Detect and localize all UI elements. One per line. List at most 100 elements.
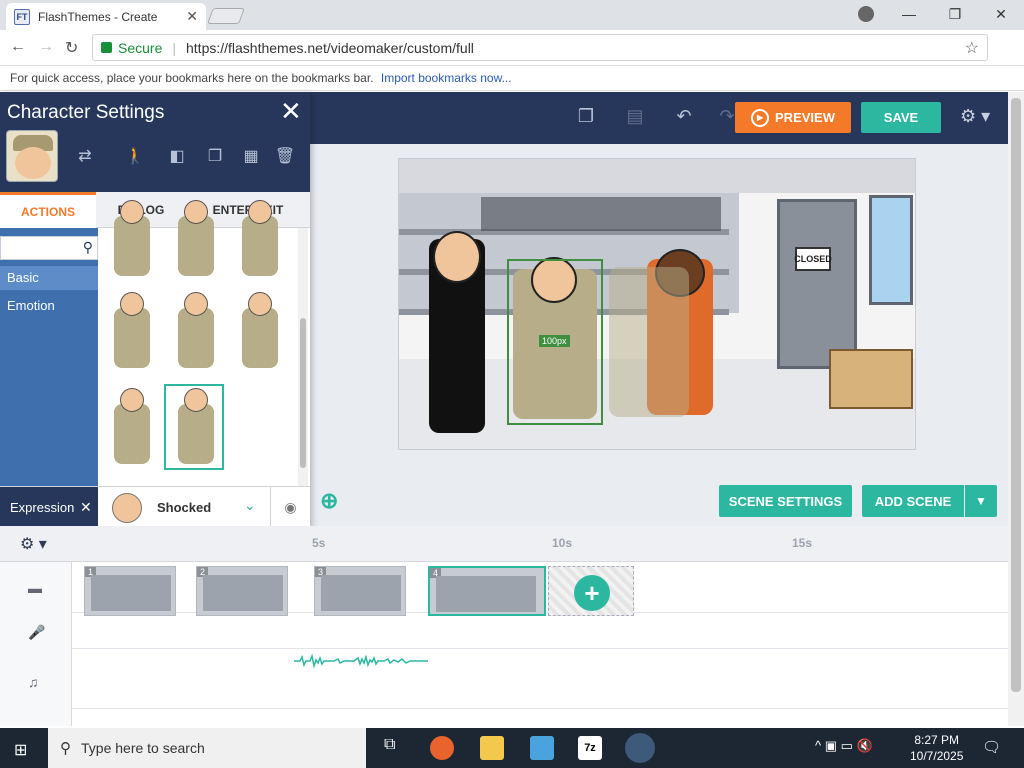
scene-settings-button[interactable]: SCENE SETTINGS <box>719 485 852 517</box>
action-thumbnail[interactable] <box>166 198 226 284</box>
scene-preview <box>203 575 283 611</box>
timeline-gear-icon[interactable]: ⚙ ▾ <box>20 534 47 554</box>
chevron-down-icon[interactable]: ⌄ <box>244 497 256 514</box>
7zip-icon[interactable]: 7z <box>578 736 602 760</box>
window-controls: — ❐ ✕ <box>886 0 1024 30</box>
category-emotion[interactable]: Emotion <box>0 294 98 318</box>
layer-icon[interactable]: ▦ <box>240 146 262 168</box>
scene-thumbnail-selected[interactable]: 4 <box>428 566 546 616</box>
play-icon: ▶ <box>751 108 770 127</box>
page-scrollbar[interactable] <box>1008 92 1024 726</box>
scene-thumbnail[interactable]: 2 <box>196 566 288 616</box>
add-scene-slot[interactable]: + <box>548 566 634 616</box>
taskbar-search[interactable]: ⚲ Type here to search <box>48 728 366 768</box>
task-view-icon[interactable]: ⧉ <box>380 736 404 760</box>
track-divider <box>72 648 1008 649</box>
system-tray-icons[interactable]: ^ ▣ ▭ 🔇 <box>815 738 873 754</box>
scene-preview <box>436 576 536 612</box>
paste-icon[interactable]: ▤ <box>624 106 646 128</box>
scene-thumbnail[interactable]: 3 <box>314 566 406 616</box>
swap-character-icon[interactable]: ⇄ <box>74 146 96 168</box>
forward-icon[interactable]: → <box>38 38 54 56</box>
action-thumbnail[interactable] <box>166 290 226 376</box>
action-thumbnail[interactable] <box>102 290 162 376</box>
app-icon[interactable] <box>530 736 554 760</box>
timeline: ⚙ ▾ 5s 10s 15s ▬ 🎤 ♫ 1 2 3 4 + <box>0 526 1008 726</box>
grid-scrollbar[interactable] <box>298 228 308 486</box>
clock-time: 8:27 PM <box>914 733 960 747</box>
taskbar-search-placeholder: Type here to search <box>81 740 205 756</box>
eye-icon[interactable]: ◉ <box>270 487 310 528</box>
action-thumbnail-selected[interactable] <box>164 384 224 470</box>
minimize-icon[interactable]: — <box>886 0 932 30</box>
action-thumbnail[interactable] <box>102 198 162 284</box>
save-button[interactable]: SAVE <box>861 102 941 133</box>
search-icon: ⚲ <box>82 239 93 255</box>
tab-actions[interactable]: ACTIONS <box>0 192 96 228</box>
stage-ceiling <box>399 159 915 193</box>
add-scene-dropdown-icon[interactable]: ▼ <box>965 485 997 517</box>
delete-icon[interactable]: 🗑 <box>274 146 296 168</box>
notifications-icon[interactable]: 🗨 <box>982 738 1001 756</box>
scene-stage[interactable]: CLOSED 100px <box>398 158 916 450</box>
character-suit-man[interactable] <box>429 231 485 433</box>
address-bar[interactable]: Secure | https://flashthemes.net/videoma… <box>92 34 988 61</box>
plus-icon: + <box>574 575 610 611</box>
selection-box[interactable]: 100px <box>507 259 603 425</box>
profile-icon[interactable] <box>858 6 874 22</box>
file-explorer-icon[interactable] <box>480 736 504 760</box>
grid-scrollbar-thumb[interactable] <box>300 318 306 468</box>
preview-button[interactable]: ▶ PREVIEW <box>735 102 851 133</box>
copy-character-icon[interactable]: ❐ <box>204 146 226 168</box>
bookmarks-bar: For quick access, place your bookmarks h… <box>0 66 1024 91</box>
add-scene-button[interactable]: ADD SCENE <box>862 485 964 517</box>
expression-clear-icon[interactable]: ✕ <box>80 499 92 516</box>
action-search-input[interactable]: ⚲ <box>0 236 98 260</box>
taskbar-clock[interactable]: 8:27 PM 10/7/2025 <box>910 732 963 764</box>
tab-close-icon[interactable]: ✕ <box>186 8 198 25</box>
zoom-in-icon[interactable]: ⊕ <box>320 488 338 514</box>
undo-icon[interactable]: ↶ <box>673 106 695 128</box>
url-text: https://flashthemes.net/videomaker/custo… <box>186 39 474 56</box>
back-icon[interactable]: ← <box>10 38 26 56</box>
scene-thumbnail[interactable]: 1 <box>84 566 176 616</box>
character-settings-panel: Character Settings ✕ ⇄ 🚶 ◧ ❐ ▦ 🗑 ACTIONS… <box>0 92 310 528</box>
character-avatar[interactable] <box>6 130 58 182</box>
stage-window <box>869 195 913 305</box>
browser-tab-strip: FT FlashThemes - Create ✕ — ❐ ✕ <box>0 0 1024 30</box>
expression-row: Expression ✕ Shocked ⌄ ◉ <box>0 486 310 528</box>
page-scrollbar-thumb[interactable] <box>1011 98 1021 692</box>
stage-door <box>777 199 857 369</box>
close-window-icon[interactable]: ✕ <box>978 0 1024 30</box>
restore-icon[interactable]: ❐ <box>932 0 978 30</box>
new-tab-button[interactable] <box>207 8 245 24</box>
walk-icon[interactable]: 🚶 <box>118 146 152 168</box>
reload-icon[interactable]: ↻ <box>65 38 78 58</box>
windows-taskbar: ⊞ ⚲ Type here to search ⧉ 7z ^ ▣ ▭ 🔇 8:2… <box>0 728 1024 768</box>
firefox-icon[interactable] <box>430 736 454 760</box>
settings-gear-icon[interactable]: ⚙ ▾ <box>960 106 990 127</box>
lock-icon <box>101 42 112 53</box>
chrome-icon[interactable] <box>625 733 655 763</box>
tick-label: 15s <box>792 536 813 550</box>
timeline-ruler: ⚙ ▾ 5s 10s 15s <box>0 526 1008 562</box>
favicon-icon: FT <box>14 8 30 25</box>
bookmark-star-icon[interactable]: ☆ <box>965 38 979 58</box>
expression-face-icon <box>112 493 142 523</box>
expression-select[interactable]: Shocked <box>157 500 211 515</box>
category-basic[interactable]: Basic <box>0 266 98 290</box>
windows-start-icon[interactable]: ⊞ <box>14 740 27 760</box>
audio-waveform[interactable] <box>294 654 428 668</box>
clock-date: 10/7/2025 <box>910 749 964 763</box>
action-thumbnail[interactable] <box>102 386 162 472</box>
size-label: 100px <box>539 335 570 347</box>
microphone-icon: 🎤 <box>28 624 46 640</box>
bookmarks-hint: For quick access, place your bookmarks h… <box>10 71 374 85</box>
copy-icon[interactable]: ❐ <box>575 106 597 128</box>
browser-tab[interactable]: FT FlashThemes - Create ✕ <box>6 3 206 30</box>
character-floating-toolbar[interactable] <box>481 197 721 231</box>
action-thumbnail[interactable] <box>230 290 290 376</box>
flip-icon[interactable]: ◧ <box>166 146 188 168</box>
import-bookmarks-link[interactable]: Import bookmarks now... <box>381 71 512 85</box>
action-thumbnail[interactable] <box>230 198 290 284</box>
